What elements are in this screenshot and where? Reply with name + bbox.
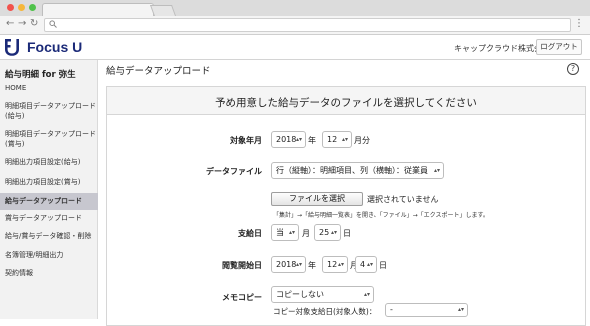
search-icon: [49, 20, 57, 30]
sidebar-item-home[interactable]: HOME: [0, 83, 98, 94]
target-month-value: 12: [327, 135, 338, 144]
target-month-select[interactable]: 12 ▴▾: [322, 131, 352, 148]
data-format-select[interactable]: 行（縦軸）：明細項目、列（横軸）：従業員 ▴▾: [271, 162, 444, 179]
sidebar-item-bonus-upload[interactable]: 賞与データアップロード: [0, 213, 98, 224]
select-arrow-icon: ▴▾: [457, 306, 464, 313]
panel-title: 予め用意した給与データのファイルを選択してください: [215, 97, 477, 109]
sidebar-title: 給与明細 for 弥生: [5, 70, 76, 80]
view-start-day-unit: 日: [379, 261, 387, 270]
address-bar[interactable]: [44, 18, 571, 32]
window-close-button[interactable]: [7, 4, 14, 11]
window-minimize-button[interactable]: [18, 4, 25, 11]
target-year-value: 2018: [276, 135, 297, 144]
more-vert-icon[interactable]: ⋮: [574, 18, 584, 29]
sidebar-item-detail-upload-bonus-sub[interactable]: (賞与): [0, 139, 98, 150]
data-file-label: データファイル: [206, 167, 262, 176]
browser-tab-strip: [0, 0, 590, 16]
view-start-year-select[interactable]: 2018 ▴▾: [271, 256, 306, 273]
file-status: 選択されていません: [367, 195, 439, 204]
sidebar-item-detail-upload-salary-sub[interactable]: (給与): [0, 111, 98, 122]
pay-month-value: 当: [276, 228, 284, 237]
sidebar-item-output-settings-salary[interactable]: 明細出力項目設定(給与): [0, 157, 98, 168]
pay-day-unit: 日: [343, 229, 351, 238]
view-start-month-select[interactable]: 12 ▴▾: [322, 256, 348, 273]
pay-date-label: 支給日: [238, 229, 262, 238]
sidebar-item-roster[interactable]: 名簿管理/明細出力: [0, 250, 98, 261]
view-start-year-unit: 年: [308, 261, 316, 270]
browser-toolbar: ← → ↻ ⋮: [0, 16, 590, 35]
pay-day-select[interactable]: 25 ▴▾: [314, 224, 341, 241]
sidebar-item-salary-upload[interactable]: 給与データアップロード: [0, 193, 98, 210]
app-header: Focus U キャップクラウド株式会社 ログアウト: [0, 35, 590, 60]
select-arrow-icon: ▴▾: [363, 291, 370, 298]
window-maximize-button[interactable]: [29, 4, 36, 11]
memo-copy-value: コピーしない: [276, 290, 324, 299]
sidebar-item-output-settings-bonus[interactable]: 明細出力項目設定(賞与): [0, 177, 98, 188]
panel-header: 予め用意した給与データのファイルを選択してください: [107, 87, 585, 115]
view-start-year-value: 2018: [276, 260, 297, 269]
new-tab-button[interactable]: [149, 5, 177, 16]
sidebar: 給与明細 for 弥生 HOME 明細項目データアップロード (給与) 明細項目…: [0, 60, 98, 319]
export-hint: 「集計」→「給与明細一覧表」を開き、「ファイル」→「エクスポート」します。: [273, 212, 489, 219]
copy-target-label: コピー対象支給日(対象人数)：: [273, 307, 377, 316]
forward-arrow-icon[interactable]: →: [18, 18, 26, 29]
pay-day-value: 25: [319, 228, 330, 237]
sidebar-item-data-check[interactable]: 給与/賞与データ確認・削除: [0, 231, 98, 242]
select-arrow-icon: ▴▾: [366, 261, 373, 268]
pay-month-unit: 月: [302, 229, 310, 238]
reload-icon[interactable]: ↻: [30, 18, 38, 29]
logo-text[interactable]: Focus U: [27, 39, 82, 55]
select-arrow-icon: ▴▾: [433, 167, 440, 174]
target-year-unit: 年: [308, 136, 316, 145]
logout-button[interactable]: ログアウト: [536, 39, 582, 55]
memo-copy-select[interactable]: コピーしない ▴▾: [271, 286, 374, 303]
target-year-select[interactable]: 2018 ▴▾: [271, 131, 306, 148]
view-start-day-value: 4: [360, 260, 366, 269]
help-icon[interactable]: ?: [567, 63, 579, 75]
target-month-unit: 月分: [354, 136, 370, 145]
select-arrow-icon: ▴▾: [288, 229, 295, 236]
page-title: 給与データアップロード: [106, 66, 211, 77]
choose-file-button[interactable]: ファイルを選択: [271, 192, 363, 206]
sidebar-item-contract[interactable]: 契約情報: [0, 268, 98, 279]
view-start-label: 閲覧開始日: [222, 261, 262, 270]
pay-month-select[interactable]: 当 ▴▾: [271, 224, 299, 241]
select-arrow-icon: ▴▾: [295, 136, 302, 143]
view-start-day-select[interactable]: 4 ▴▾: [355, 256, 377, 273]
view-start-month-value: 12: [327, 260, 338, 269]
copy-target-select[interactable]: - ▴▾: [385, 303, 468, 317]
target-month-label: 対象年月: [230, 136, 262, 145]
select-arrow-icon: ▴▾: [337, 261, 344, 268]
browser-tab[interactable]: [42, 3, 154, 16]
select-arrow-icon: ▴▾: [330, 229, 337, 236]
data-format-value: 行（縦軸）：明細項目、列（横軸）：従業員: [276, 166, 428, 175]
select-arrow-icon: ▴▾: [341, 136, 348, 143]
focus-u-logo-icon[interactable]: [4, 38, 19, 56]
memo-copy-label: メモコピー: [222, 293, 262, 302]
select-arrow-icon: ▴▾: [295, 261, 302, 268]
back-arrow-icon[interactable]: ←: [6, 18, 14, 29]
copy-target-value: -: [390, 305, 393, 314]
